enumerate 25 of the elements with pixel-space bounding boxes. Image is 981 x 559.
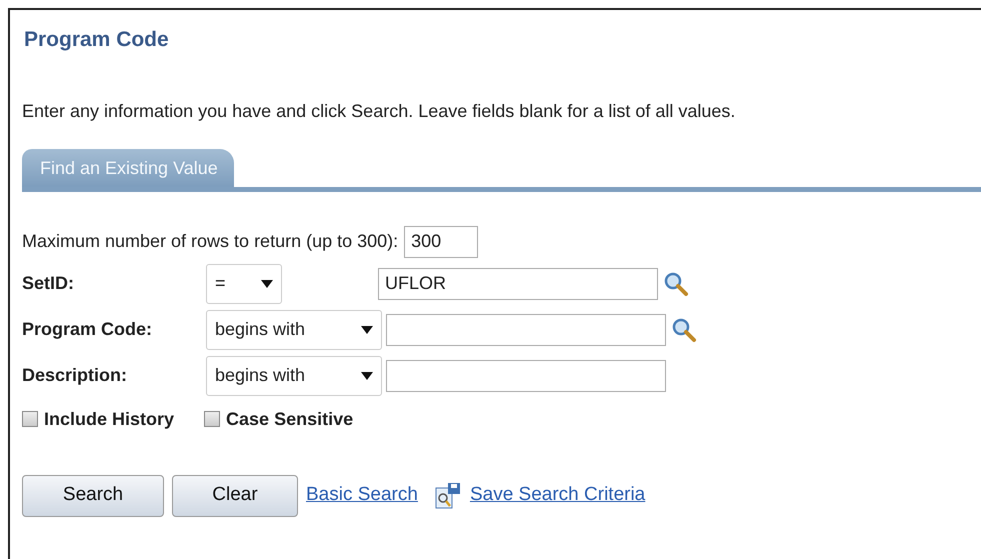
criteria-field[interactable]: UFLOR xyxy=(378,268,658,300)
caret-icon[interactable] xyxy=(361,326,373,334)
page-title: Program Code xyxy=(24,27,170,53)
link[interactable]: Basic Search xyxy=(306,481,418,510)
field-label: Program Code: xyxy=(22,318,154,341)
search-button[interactable]: Search xyxy=(22,474,164,516)
criteria-field[interactable] xyxy=(386,314,666,346)
checkbox[interactable] xyxy=(22,411,38,427)
criteria-field[interactable] xyxy=(386,360,666,392)
link[interactable]: Save Search Criteria xyxy=(470,481,646,510)
checkbox-label: Case Sensitive xyxy=(226,408,354,430)
caret-icon[interactable] xyxy=(361,372,373,380)
caret-icon[interactable] xyxy=(261,280,273,288)
max-rows-label: Maximum number of rows to return (up to 300): xyxy=(22,230,398,253)
save-search-icon[interactable] xyxy=(434,482,462,510)
checkbox-label: Include History xyxy=(44,408,174,431)
field-label: SetID: xyxy=(22,272,76,295)
checkbox[interactable] xyxy=(204,411,220,427)
instruction-text: Enter any information you have and click Search. Leave fields blank for a list of all values. xyxy=(22,100,736,123)
clear-button[interactable]: Clear xyxy=(172,474,298,516)
field-label: Description: xyxy=(22,364,128,387)
operator-dropdown[interactable]: = xyxy=(206,264,282,304)
operator-dropdown[interactable]: begins with xyxy=(206,356,382,396)
max-rows-field[interactable]: 300 xyxy=(404,226,478,258)
operator-dropdown[interactable]: begins with xyxy=(206,310,382,350)
